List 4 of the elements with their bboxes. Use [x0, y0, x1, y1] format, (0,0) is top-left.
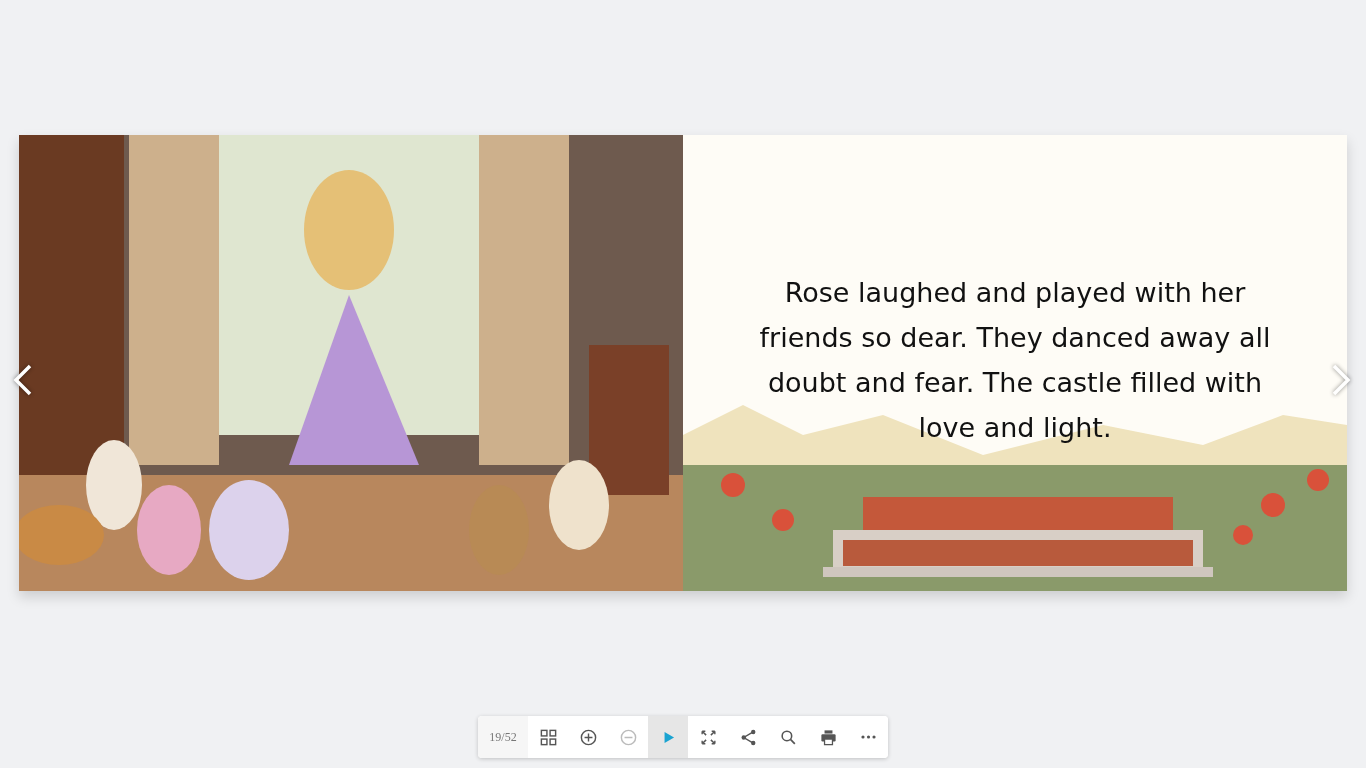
story-text: Rose laughed and played with her friends so dear. They danced away all doubt and fear. The castle filled with love and light.	[758, 276, 1272, 445]
page-counter: 19/52	[478, 716, 528, 758]
play-button[interactable]	[648, 716, 688, 758]
grid-button[interactable]	[528, 716, 568, 758]
